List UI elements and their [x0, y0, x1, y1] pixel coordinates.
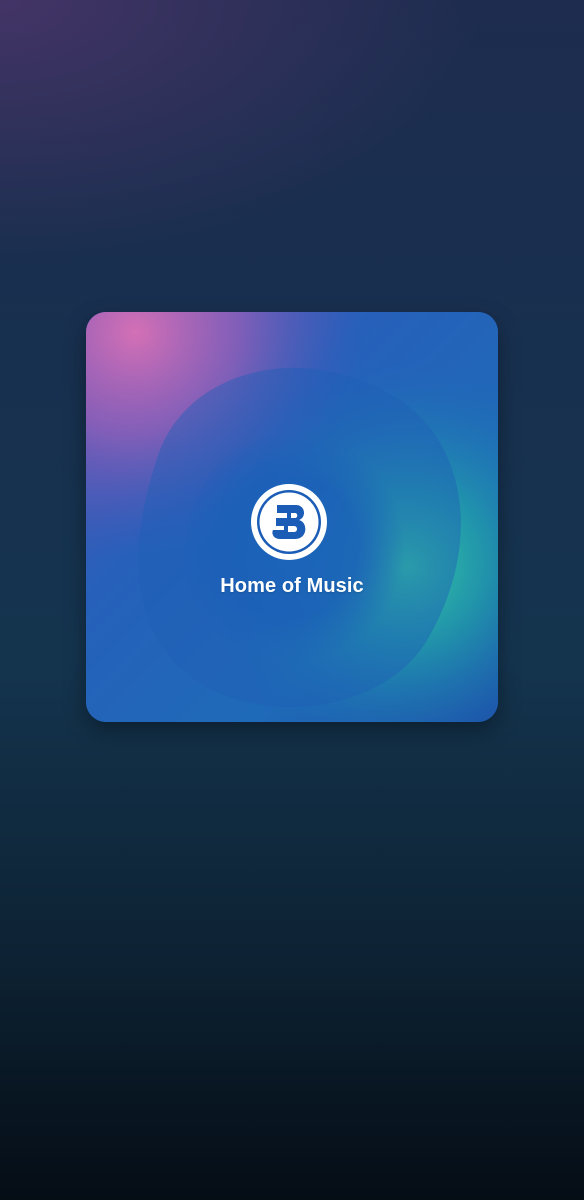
app-tagline: Home of Music: [220, 575, 364, 597]
b-logo-icon: [251, 484, 327, 560]
splash-screen: Home of Music: [0, 0, 584, 1200]
splash-card: Home of Music: [86, 312, 498, 722]
